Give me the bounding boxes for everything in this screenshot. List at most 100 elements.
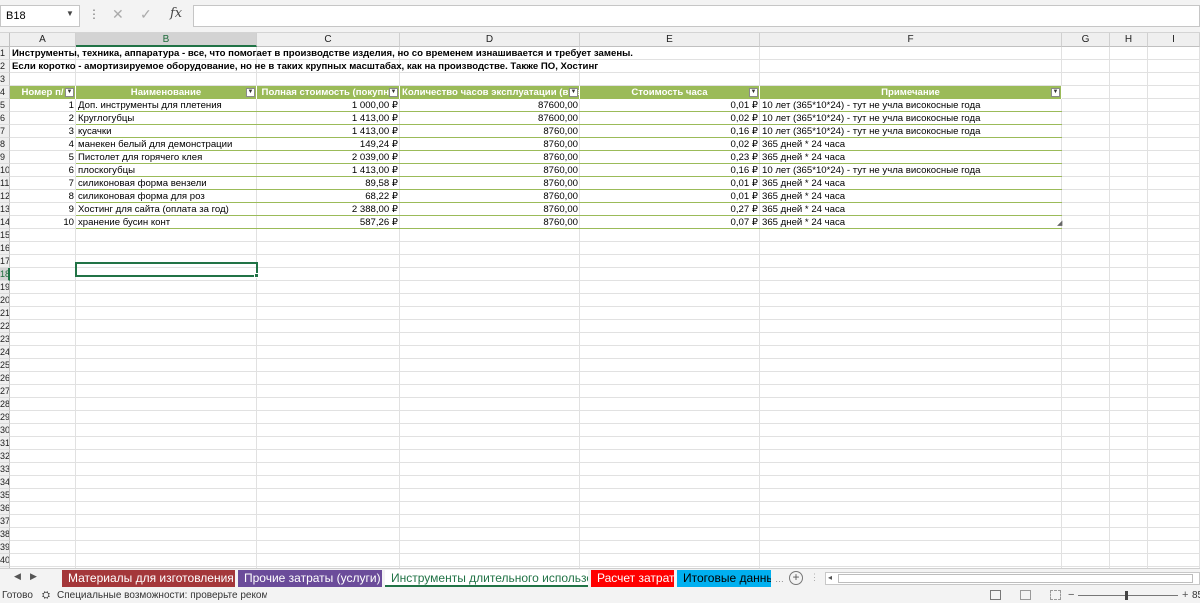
tab-other-costs[interactable]: Прочие затраты (услуги) xyxy=(238,570,382,587)
table-cell[interactable]: 1 413,00 ₽ xyxy=(257,112,400,125)
selected-cell[interactable] xyxy=(75,262,258,277)
cancel-icon[interactable]: ✕ xyxy=(112,6,124,23)
table-cell[interactable]: 365 дней * 24 часа xyxy=(760,151,1062,164)
prev-sheet-icon[interactable]: ◀ xyxy=(14,571,21,582)
table-cell[interactable]: 7 xyxy=(10,177,76,190)
table-cell[interactable]: 8760,00 xyxy=(400,151,580,164)
zoom-level[interactable]: 85 xyxy=(1192,588,1200,603)
table-cell[interactable]: 2 xyxy=(10,112,76,125)
status-accessibility[interactable]: Специальные возможности: проверьте реком… xyxy=(57,588,267,603)
table-cell[interactable]: 365 дней * 24 часа xyxy=(760,216,1062,229)
table-cell[interactable]: 365 дней * 24 часа xyxy=(760,177,1062,190)
zoom-out-icon[interactable]: − xyxy=(1068,588,1074,603)
table-cell[interactable]: манекен белый для демонстрации xyxy=(76,138,257,151)
row-header-22[interactable]: 22 xyxy=(0,320,10,333)
row-header-39[interactable]: 39 xyxy=(0,541,10,554)
table-cell[interactable]: 2 039,00 ₽ xyxy=(257,151,400,164)
next-sheet-icon[interactable]: ▶ xyxy=(30,571,37,582)
row-header-36[interactable]: 36 xyxy=(0,502,10,515)
table-cell[interactable]: 10 лет (365*10*24) - тут не учла високос… xyxy=(760,125,1062,138)
row-header-12[interactable]: 12 xyxy=(0,190,10,203)
table-cell[interactable]: 2 388,00 ₽ xyxy=(257,203,400,216)
row-header-18[interactable]: 18 xyxy=(0,268,10,281)
confirm-icon[interactable]: ✓ xyxy=(140,6,152,23)
table-cell[interactable]: 87600,00 xyxy=(400,99,580,112)
filter-dropdown-icon[interactable]: ▼ xyxy=(246,88,255,97)
column-header-i[interactable]: I xyxy=(1148,33,1200,47)
table-cell[interactable]: 10 лет (365*10*24) - тут не учла високос… xyxy=(760,99,1062,112)
table-cell[interactable]: 5 xyxy=(10,151,76,164)
tab-totals[interactable]: Итоговые данные xyxy=(677,570,771,587)
table-cell[interactable]: Доп. инструменты для плетения xyxy=(76,99,257,112)
table-cell[interactable]: 9 xyxy=(10,203,76,216)
row-header-3[interactable]: 3 xyxy=(0,73,10,86)
row-header-26[interactable]: 26 xyxy=(0,372,10,385)
filter-dropdown-icon[interactable]: ▼ xyxy=(65,88,74,97)
fill-handle[interactable] xyxy=(254,273,259,278)
table-cell[interactable]: хранение бусин конт xyxy=(76,216,257,229)
row-header-19[interactable]: 19 xyxy=(0,281,10,294)
table-cell[interactable]: 0,23 ₽ xyxy=(580,151,760,164)
table-cell[interactable]: 3 xyxy=(10,125,76,138)
table-cell[interactable]: 0,02 ₽ xyxy=(580,138,760,151)
table-cell[interactable]: 0,27 ₽ xyxy=(580,203,760,216)
filter-dropdown-icon[interactable]: ▼ xyxy=(749,88,758,97)
row-header-23[interactable]: 23 xyxy=(0,333,10,346)
table-cell[interactable]: 1 413,00 ₽ xyxy=(257,125,400,138)
table-cell[interactable]: 365 дней * 24 часа xyxy=(760,190,1062,203)
page-layout-icon[interactable] xyxy=(1020,590,1031,600)
table-cell[interactable]: 0,01 ₽ xyxy=(580,177,760,190)
row-header-31[interactable]: 31 xyxy=(0,437,10,450)
row-header-34[interactable]: 34 xyxy=(0,476,10,489)
zoom-slider[interactable] xyxy=(1078,595,1178,596)
table-cell[interactable]: силиконовая форма вензели xyxy=(76,177,257,190)
row-header-21[interactable]: 21 xyxy=(0,307,10,320)
table-cell[interactable]: 8760,00 xyxy=(400,177,580,190)
table-cell[interactable]: 8760,00 xyxy=(400,203,580,216)
row-header-11[interactable]: 11 xyxy=(0,177,10,190)
table-resize-handle[interactable]: ◢ xyxy=(1055,217,1063,230)
table-cell[interactable]: 1 000,00 ₽ xyxy=(257,99,400,112)
table-cell[interactable]: 6 xyxy=(10,164,76,177)
table-cell[interactable]: 1 xyxy=(10,99,76,112)
row-header-30[interactable]: 30 xyxy=(0,424,10,437)
table-cell[interactable]: плоскогубцы xyxy=(76,164,257,177)
horizontal-scrollbar[interactable]: ◂ xyxy=(825,572,1200,585)
column-header-h[interactable]: H xyxy=(1110,33,1148,47)
table-cell[interactable]: 0,01 ₽ xyxy=(580,99,760,112)
table-cell[interactable]: 0,01 ₽ xyxy=(580,190,760,203)
table-cell[interactable]: 8760,00 xyxy=(400,125,580,138)
table-cell[interactable]: Пистолет для горячего клея xyxy=(76,151,257,164)
insert-function-button[interactable]: fx xyxy=(170,6,182,21)
zoom-slider-thumb[interactable] xyxy=(1125,591,1128,600)
tab-materials[interactable]: Материалы для изготовления xyxy=(62,570,235,587)
row-header-28[interactable]: 28 xyxy=(0,398,10,411)
table-cell[interactable]: силиконовая форма для роз xyxy=(76,190,257,203)
row-header-15[interactable]: 15 xyxy=(0,229,10,242)
table-cell[interactable]: Хостинг для сайта (оплата за год) xyxy=(76,203,257,216)
scrollbar-thumb[interactable] xyxy=(838,574,1193,583)
table-cell[interactable]: 87600,00 xyxy=(400,112,580,125)
table-cell[interactable]: 587,26 ₽ xyxy=(257,216,400,229)
table-cell[interactable]: кусачки xyxy=(76,125,257,138)
row-header-14[interactable]: 14 xyxy=(0,216,10,229)
table-cell[interactable]: 149,24 ₽ xyxy=(257,138,400,151)
table-cell[interactable]: 89,58 ₽ xyxy=(257,177,400,190)
tab-tools[interactable]: Инструменты длительного использования xyxy=(385,570,588,587)
select-all-corner[interactable] xyxy=(0,33,10,47)
table-cell[interactable]: 10 xyxy=(10,216,76,229)
row-header-20[interactable]: 20 xyxy=(0,294,10,307)
row-header-24[interactable]: 24 xyxy=(0,346,10,359)
table-cell[interactable]: 0,07 ₽ xyxy=(580,216,760,229)
table-cell[interactable]: 68,22 ₽ xyxy=(257,190,400,203)
row-header-35[interactable]: 35 xyxy=(0,489,10,502)
row-header-33[interactable]: 33 xyxy=(0,463,10,476)
row-header-2[interactable]: 2 xyxy=(0,60,10,73)
column-header-a[interactable]: A xyxy=(10,33,76,47)
filter-dropdown-icon[interactable]: ▼ xyxy=(569,88,578,97)
row-header-10[interactable]: 10 xyxy=(0,164,10,177)
row-header-29[interactable]: 29 xyxy=(0,411,10,424)
filter-dropdown-icon[interactable]: ▼ xyxy=(389,88,398,97)
table-cell[interactable]: 8760,00 xyxy=(400,138,580,151)
row-header-13[interactable]: 13 xyxy=(0,203,10,216)
